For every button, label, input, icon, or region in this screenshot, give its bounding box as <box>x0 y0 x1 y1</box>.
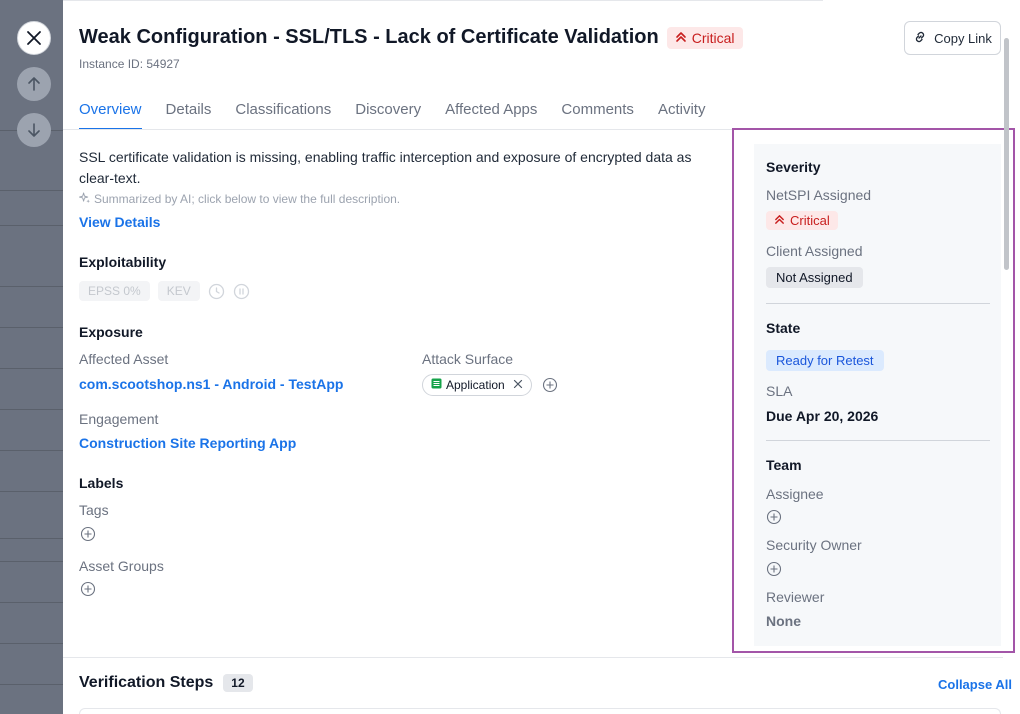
exploitability-row: EPSS 0% KEV <box>79 281 250 301</box>
view-details-link[interactable]: View Details <box>79 214 160 230</box>
close-button[interactable] <box>17 21 51 55</box>
attack-surface-chip: Application <box>422 374 532 396</box>
remove-chip-icon[interactable] <box>509 378 523 392</box>
scrollbar-thumb[interactable] <box>1004 38 1009 270</box>
affected-asset-label: Affected Asset <box>79 351 169 367</box>
tags-label: Tags <box>79 502 109 518</box>
backdrop-row <box>0 491 63 492</box>
copy-link-label: Copy Link <box>934 30 992 46</box>
engagement-link[interactable]: Construction Site Reporting App <box>79 435 296 451</box>
sparkle-icon <box>79 192 90 206</box>
kev-chip: KEV <box>157 281 200 301</box>
engagement-label: Engagement <box>79 411 159 427</box>
verification-steps-title: Verification Steps <box>79 674 214 691</box>
backdrop-row <box>0 643 63 644</box>
backdrop-row <box>0 368 63 369</box>
verification-steps-header: Verification Steps 12 <box>79 674 253 692</box>
affected-asset-link[interactable]: com.scootshop.ns1 - Android - TestApp <box>79 376 343 392</box>
add-tag-icon[interactable] <box>80 526 96 542</box>
tab-details[interactable]: Details <box>166 101 212 130</box>
backdrop-row <box>0 602 63 603</box>
exposure-heading: Exposure <box>79 324 143 340</box>
backdrop-row <box>0 225 63 226</box>
history-icon <box>208 283 225 300</box>
window-top-line <box>63 0 823 1</box>
instance-id: Instance ID: 54927 <box>79 57 180 71</box>
finding-detail-panel: Weak Configuration - SSL/TLS - Lack of C… <box>63 4 1020 714</box>
epss-chip: EPSS 0% <box>79 281 150 301</box>
section-divider <box>63 657 1003 658</box>
backdrop <box>0 0 63 714</box>
backdrop-row <box>0 684 63 685</box>
tab-bar: Overview Details Classifications Discove… <box>79 101 729 130</box>
severity-badge-label: Critical <box>691 29 735 46</box>
collapse-all-button[interactable]: Collapse All <box>938 677 1012 692</box>
copy-link-button[interactable]: Copy Link <box>904 21 1001 55</box>
next-button[interactable] <box>17 113 51 147</box>
attack-surface-label: Attack Surface <box>422 351 514 367</box>
backdrop-row <box>0 561 63 562</box>
backdrop-row <box>0 538 63 539</box>
link-icon <box>913 30 927 47</box>
asset-groups-label: Asset Groups <box>79 558 164 574</box>
tab-comments[interactable]: Comments <box>561 101 634 130</box>
add-asset-group-icon[interactable] <box>80 581 96 597</box>
tab-overview[interactable]: Overview <box>79 101 142 130</box>
severity-badge: Critical <box>666 26 743 49</box>
exploitability-heading: Exploitability <box>79 254 167 270</box>
previous-button[interactable] <box>17 67 51 101</box>
add-attack-surface-icon[interactable] <box>542 377 558 393</box>
pause-circle-icon <box>233 283 250 300</box>
close-icon <box>26 30 42 46</box>
arrow-up-icon <box>26 76 42 92</box>
summary-text: SSL certificate validation is missing, e… <box>79 149 692 186</box>
page-title: Weak Configuration - SSL/TLS - Lack of C… <box>79 26 659 48</box>
backdrop-row <box>0 327 63 328</box>
sidebar-highlight-frame <box>732 128 1015 653</box>
backdrop-row <box>0 190 63 191</box>
arrow-down-icon <box>26 122 42 138</box>
title-row: Weak Configuration - SSL/TLS - Lack of C… <box>79 26 743 49</box>
ai-note: Summarized by AI; click below to view th… <box>79 192 400 206</box>
verification-steps-count: 12 <box>223 674 253 692</box>
attack-surface-chip-label: Application <box>446 378 505 392</box>
backdrop-row <box>0 286 63 287</box>
backdrop-row <box>0 409 63 410</box>
verification-step-card <box>79 708 1001 714</box>
labels-heading: Labels <box>79 475 124 491</box>
tab-affected-apps[interactable]: Affected Apps <box>445 101 537 130</box>
tab-activity[interactable]: Activity <box>658 101 706 130</box>
tab-classifications[interactable]: Classifications <box>235 101 331 130</box>
ai-note-text: Summarized by AI; click below to view th… <box>94 192 401 206</box>
double-chevron-up-icon <box>675 30 687 46</box>
application-icon <box>431 378 442 392</box>
backdrop-row <box>0 450 63 451</box>
tab-discovery[interactable]: Discovery <box>355 101 421 130</box>
